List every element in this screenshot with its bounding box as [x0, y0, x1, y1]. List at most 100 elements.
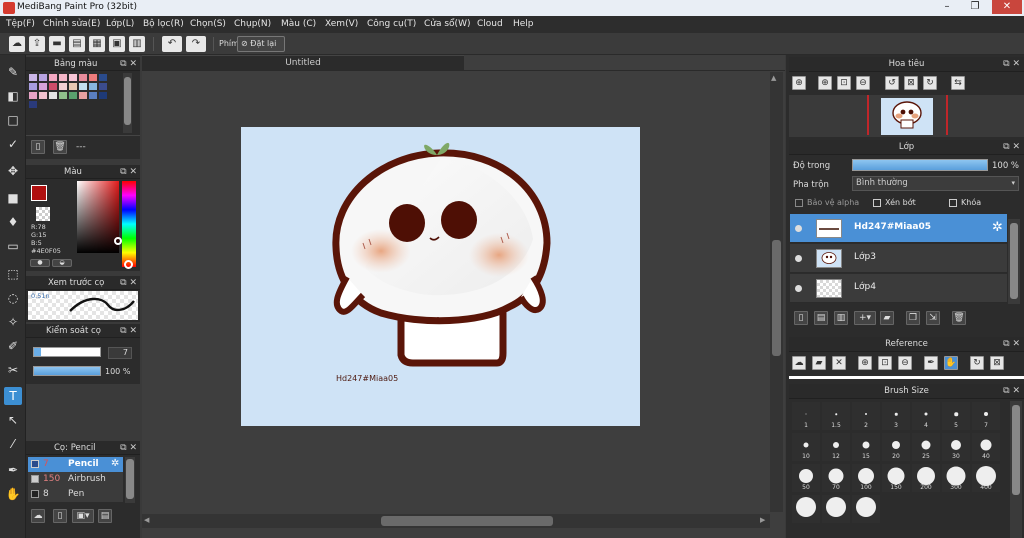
canvas-horizontal-thumb[interactable]	[381, 516, 553, 526]
dropper-tool-icon[interactable]: ⁄	[4, 435, 22, 453]
copy-brush-icon[interactable]: ▤	[98, 509, 112, 523]
layer-row[interactable]: Lớp4	[790, 274, 1007, 303]
cloud-icon[interactable]: ☁	[9, 36, 25, 52]
bucket-tool-icon[interactable]: ♦	[4, 213, 22, 231]
fit-window-ref-icon[interactable]: ⊠	[990, 356, 1004, 370]
open-folder-icon[interactable]: ▰	[812, 356, 826, 370]
menu-color[interactable]: Màu (C)	[281, 19, 316, 29]
clipping-checkbox[interactable]	[873, 199, 881, 207]
brush-size-cell[interactable]: 70	[822, 464, 850, 492]
delete-palette-icon[interactable]: 🗑	[53, 140, 67, 154]
duplicate-layer-icon[interactable]: ❐	[906, 311, 920, 325]
upload-icon[interactable]: ⇪	[29, 36, 45, 52]
brush-size-cell[interactable]: 30	[942, 433, 970, 461]
reset-button[interactable]: ⊘ Đặt lại	[237, 36, 285, 52]
brush-size-cell[interactable]: 200	[912, 464, 940, 492]
move-tool-icon[interactable]: ✥	[4, 162, 22, 180]
brush-size-cell[interactable]: 400	[972, 464, 1000, 492]
brush-size-cell[interactable]: 3	[882, 402, 910, 430]
saturation-value-picker[interactable]	[77, 181, 119, 253]
redo-icon[interactable]: ↷	[186, 36, 206, 52]
visibility-eye-icon[interactable]	[795, 225, 802, 232]
brush-size-slider[interactable]	[33, 347, 101, 357]
color-picker-cursor[interactable]	[114, 237, 122, 245]
hue-slider-handle[interactable]	[124, 260, 133, 269]
navigator-preview[interactable]	[789, 95, 1024, 137]
maximize-button[interactable]: ❐	[964, 0, 986, 14]
magic-wand-tool-icon[interactable]: ✧	[4, 313, 22, 331]
brush-size-cell[interactable]: 5	[942, 402, 970, 430]
menu-edit[interactable]: Chỉnh sửa(E)	[43, 19, 100, 29]
canvas-vertical-thumb[interactable]	[772, 240, 781, 356]
brush-size-value[interactable]: 7	[108, 347, 132, 359]
lasso-tool-icon[interactable]: ◌	[4, 289, 22, 307]
new-8bit-layer-icon[interactable]: ▥	[834, 311, 848, 325]
rect-select-tool-icon[interactable]: □	[4, 111, 22, 129]
brush-size-cell[interactable]	[792, 495, 820, 523]
document-icon[interactable]: ▦	[89, 36, 105, 52]
menu-window[interactable]: Cửa sổ(W)	[424, 19, 470, 29]
menu-select[interactable]: Chọn(S)	[190, 19, 226, 29]
new-layer-icon[interactable]: ▯	[794, 311, 808, 325]
hand-tool-icon[interactable]: ✋	[4, 485, 22, 503]
layer-row[interactable]: Lớp3	[790, 244, 1007, 273]
add-brush-icon[interactable]: ☁	[31, 509, 45, 523]
text-tool-icon[interactable]: T	[4, 387, 22, 405]
close-button[interactable]: ✕	[992, 0, 1022, 14]
hue-slider[interactable]	[122, 181, 136, 267]
select-tool-icon[interactable]: ⬚	[4, 265, 22, 283]
menu-help[interactable]: Help	[513, 19, 534, 29]
brush-item-pencil[interactable]: 7 Pencil ✲	[28, 457, 123, 472]
brush-list-scroll-thumb[interactable]	[126, 459, 134, 499]
menu-capture[interactable]: Chụp(N)	[234, 19, 271, 29]
background-color-swatch[interactable]	[36, 207, 50, 221]
layout-icon[interactable]: ▣	[109, 36, 125, 52]
magic-pen-tool-icon[interactable]: ✓	[4, 135, 22, 153]
palette-scroll-thumb[interactable]	[124, 77, 131, 125]
brush-size-cell[interactable]: 50	[792, 464, 820, 492]
zoom-in-nav-icon[interactable]: ⊕	[818, 76, 832, 90]
color-mode-button[interactable]: ●	[30, 259, 50, 267]
layer-scrollbar[interactable]	[1008, 219, 1020, 307]
brush-size-cell[interactable]: 20	[882, 433, 910, 461]
eyedropper-icon[interactable]: ✒	[924, 356, 938, 370]
brush-size-cell[interactable]: 40	[972, 433, 1000, 461]
brush-opacity-slider[interactable]	[33, 366, 101, 376]
brush-size-cell[interactable]: 150	[882, 464, 910, 492]
menu-tools[interactable]: Công cụ(T)	[367, 19, 416, 29]
visibility-eye-icon[interactable]	[795, 285, 802, 292]
brush-size-cell[interactable]: 7	[972, 402, 1000, 430]
zoom-in-ref-icon[interactable]: ⊕	[858, 356, 872, 370]
foreground-color-swatch[interactable]	[31, 185, 47, 201]
canvas-horizontal-scrollbar[interactable]: ◀ ▶	[142, 514, 770, 528]
merge-layer-icon[interactable]: ⇲	[926, 311, 940, 325]
new-halftone-layer-icon[interactable]: ▤	[814, 311, 828, 325]
gear-icon[interactable]: ✲	[111, 458, 119, 469]
menu-filter[interactable]: Bộ lọc(R)	[143, 19, 184, 29]
zoom-out-icon[interactable]: ⊖	[856, 76, 870, 90]
eraser-tool-icon[interactable]: ◧	[4, 87, 22, 105]
zoom-in-icon[interactable]: ⊕	[792, 76, 806, 90]
layer-opacity-slider[interactable]	[852, 159, 988, 171]
document-canvas[interactable]: Hd247#Miaa05	[241, 127, 640, 426]
brush-size-cell[interactable]: 1	[792, 402, 820, 430]
brush-size-cell[interactable]	[822, 495, 850, 523]
lock-checkbox[interactable]	[949, 199, 957, 207]
zoom-out-ref-icon[interactable]: ⊖	[898, 356, 912, 370]
canvas-vertical-scrollbar[interactable]: ▲	[770, 72, 783, 512]
eyedropper-tool-icon[interactable]: ✒	[4, 461, 22, 479]
menu-file[interactable]: Tệp(F)	[6, 19, 35, 29]
chat-icon[interactable]: ▬	[49, 36, 65, 52]
delete-layer-icon[interactable]: 🗑	[952, 311, 966, 325]
brush-size-cell[interactable]: 4	[912, 402, 940, 430]
gradient-tool-icon[interactable]: ▭	[4, 237, 22, 255]
rotate-left-icon[interactable]: ↺	[885, 76, 899, 90]
document-tab[interactable]: Untitled	[142, 55, 464, 70]
gear-icon[interactable]: ✲	[992, 220, 1003, 235]
brush-size-cell[interactable]: 1.5	[822, 402, 850, 430]
brush-tool-icon[interactable]: ✎	[4, 63, 22, 81]
brush-size-scrollbar[interactable]	[1010, 401, 1022, 538]
brush-size-cell[interactable]: 300	[942, 464, 970, 492]
brush-size-cell[interactable]: 12	[822, 433, 850, 461]
brush-item-airbrush[interactable]: 150 Airbrush	[28, 472, 123, 487]
